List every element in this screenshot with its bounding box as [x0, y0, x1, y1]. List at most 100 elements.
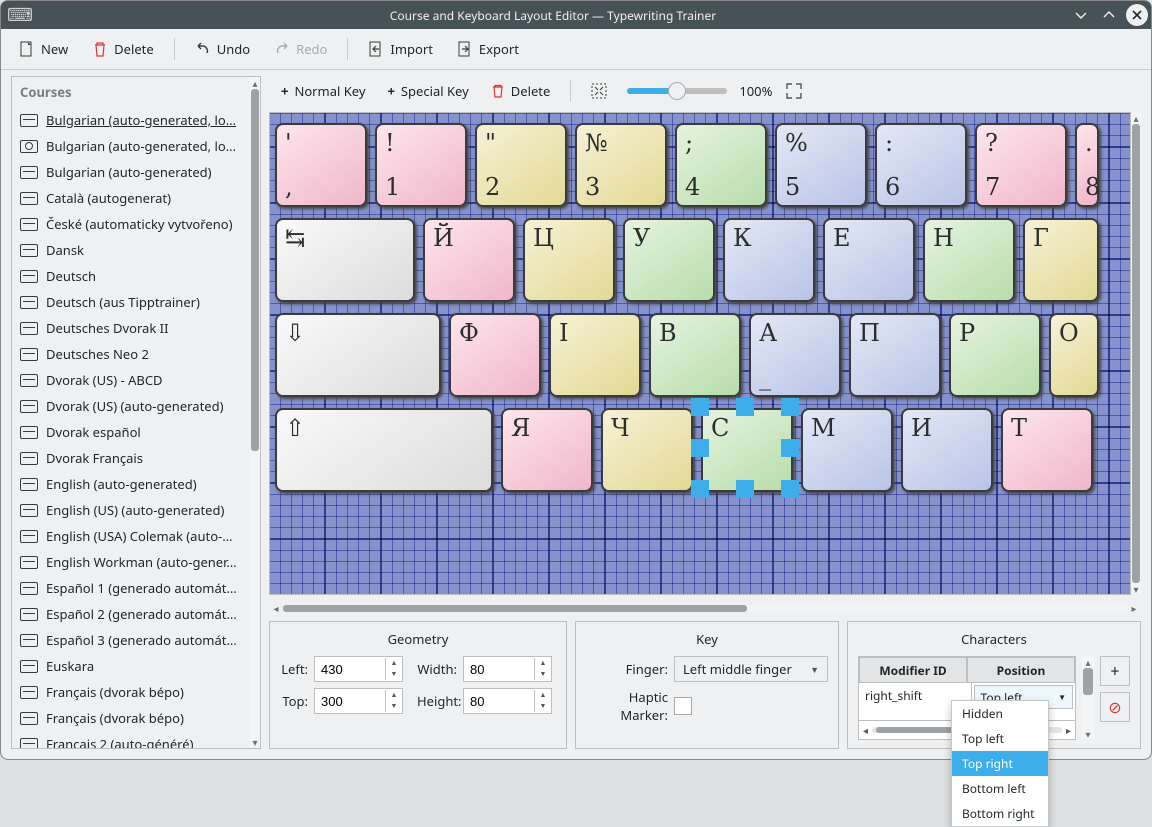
course-item[interactable]: Español 2 (generado automát…	[12, 601, 250, 627]
dropdown-option[interactable]: Bottom right	[952, 801, 1048, 826]
course-item[interactable]: Dvorak Français	[12, 445, 250, 471]
scroll-left-icon[interactable]: ◂	[859, 723, 872, 737]
characters-scrollbar[interactable]: ▴ ▾	[1082, 656, 1094, 740]
dropdown-option[interactable]: Hidden	[952, 701, 1048, 726]
new-button[interactable]: New	[9, 34, 78, 64]
course-item[interactable]: English (US) (auto-generated)	[12, 497, 250, 523]
delete-key-button[interactable]: Delete	[483, 78, 559, 104]
close-button[interactable]	[1126, 4, 1148, 26]
height-spinbox[interactable]: ▲▼	[463, 688, 552, 714]
course-item[interactable]: Bulgarian (auto-generated, lo…	[12, 107, 250, 133]
keyboard-key[interactable]: ↹	[275, 218, 415, 302]
canvas-vscrollbar[interactable]: ▴ ▾	[1131, 112, 1141, 595]
course-item[interactable]: Español 3 (generado automát…	[12, 627, 250, 653]
zoom-full-button[interactable]	[778, 79, 810, 103]
keyboard-canvas[interactable]: ',!1"2№3;4%5:6?7.8↹ЙЦУКЕНГ⇩ФІВА_ПРО⇧ЯЧСМ…	[269, 112, 1131, 595]
course-item[interactable]: Français 2 (auto-généré)	[12, 731, 250, 748]
course-item[interactable]: Dvorak español	[12, 419, 250, 445]
course-item[interactable]: Català (autogenerat)	[12, 185, 250, 211]
keyboard-key[interactable]: ?7	[975, 123, 1067, 207]
course-item[interactable]: Dvorak (US) - ABCD	[12, 367, 250, 393]
scroll-right-icon[interactable]: ▸	[1062, 723, 1075, 737]
dropdown-option[interactable]: Bottom left	[952, 776, 1048, 801]
keyboard-key[interactable]: Н	[923, 218, 1015, 302]
top-spinbox[interactable]: ▲▼	[314, 688, 403, 714]
spin-up-icon[interactable]: ▲	[535, 690, 551, 701]
export-button[interactable]: Export	[447, 34, 529, 64]
keyboard-key[interactable]: К	[723, 218, 815, 302]
spin-up-icon[interactable]: ▲	[535, 658, 551, 669]
spin-up-icon[interactable]: ▲	[386, 690, 402, 701]
course-item[interactable]: Français (dvorak bépo)	[12, 679, 250, 705]
delete-button[interactable]: Delete	[82, 34, 164, 64]
course-item[interactable]: Dvorak (US) (auto-generated)	[12, 393, 250, 419]
keyboard-key[interactable]: Ф	[449, 313, 541, 397]
course-item[interactable]: Deutsches Neo 2	[12, 341, 250, 367]
keyboard-key[interactable]: !1	[375, 123, 467, 207]
zoom-fit-button[interactable]	[583, 79, 615, 103]
keyboard-key[interactable]: Т	[1001, 408, 1093, 492]
undo-button[interactable]: Undo	[185, 34, 260, 64]
keyboard-key[interactable]: Ц	[523, 218, 615, 302]
keyboard-key[interactable]: .8	[1075, 123, 1099, 207]
course-item[interactable]: Dansk	[12, 237, 250, 263]
keyboard-key[interactable]: А_	[749, 313, 841, 397]
spin-down-icon[interactable]: ▼	[386, 701, 402, 712]
spin-down-icon[interactable]: ▼	[386, 669, 402, 680]
course-item[interactable]: English (USA) Colemak (auto-…	[12, 523, 250, 549]
course-item[interactable]: English (auto-generated)	[12, 471, 250, 497]
keyboard-key[interactable]: І	[549, 313, 641, 397]
add-special-key-button[interactable]: + Special Key	[379, 78, 476, 104]
keyboard-key[interactable]: В	[649, 313, 741, 397]
keyboard-key[interactable]: М	[801, 408, 893, 492]
keyboard-key[interactable]: Е	[823, 218, 915, 302]
remove-character-button[interactable]: ⊘	[1100, 692, 1130, 722]
keyboard-key[interactable]: №3	[575, 123, 667, 207]
courses-scrollbar[interactable]: ▴ ▾	[250, 77, 260, 748]
keyboard-key[interactable]: У	[623, 218, 715, 302]
scroll-up-icon[interactable]: ▴	[1133, 112, 1138, 124]
course-item[interactable]: Français (dvorak bépo)	[12, 705, 250, 731]
finger-combobox[interactable]: Left middle finger ▼	[674, 656, 828, 682]
dropdown-option[interactable]: Top left	[952, 726, 1048, 751]
keyboard-key[interactable]: ;4	[675, 123, 767, 207]
course-item[interactable]: Euskara	[12, 653, 250, 679]
add-normal-key-button[interactable]: + Normal Key	[273, 78, 373, 104]
scroll-down-icon[interactable]: ▾	[1133, 583, 1138, 595]
zoom-slider[interactable]	[627, 88, 727, 94]
scroll-left-icon[interactable]: ◂	[269, 601, 283, 615]
col-modifier-id[interactable]: Modifier ID	[859, 657, 967, 683]
course-item[interactable]: Español 1 (generado automát…	[12, 575, 250, 601]
course-item[interactable]: English Workman (auto-gener…	[12, 549, 250, 575]
width-spinbox[interactable]: ▲▼	[463, 656, 552, 682]
course-item[interactable]: Deutsch	[12, 263, 250, 289]
position-dropdown[interactable]: HiddenTop leftTop rightBottom leftBottom…	[951, 700, 1049, 827]
keyboard-key[interactable]: О	[1049, 313, 1099, 397]
keyboard-key[interactable]: Р	[949, 313, 1041, 397]
spin-down-icon[interactable]: ▼	[535, 669, 551, 680]
course-item[interactable]: České (automaticky vytvořeno)	[12, 211, 250, 237]
course-item[interactable]: Bulgarian (auto-generated)	[12, 159, 250, 185]
keyboard-key[interactable]: :6	[875, 123, 967, 207]
col-position[interactable]: Position	[967, 657, 1075, 683]
spin-down-icon[interactable]: ▼	[535, 701, 551, 712]
keyboard-key[interactable]: С	[701, 408, 793, 492]
keyboard-key[interactable]: "2	[475, 123, 567, 207]
haptic-checkbox[interactable]	[674, 697, 692, 715]
scroll-down-icon[interactable]: ▾	[1085, 728, 1090, 740]
dropdown-option[interactable]: Top right	[952, 751, 1048, 776]
scroll-up-icon[interactable]: ▴	[1085, 656, 1090, 668]
spin-up-icon[interactable]: ▲	[386, 658, 402, 669]
keyboard-key[interactable]: Й	[423, 218, 515, 302]
keyboard-key[interactable]: И	[901, 408, 993, 492]
course-item[interactable]: Deutsch (aus Tipptrainer)	[12, 289, 250, 315]
canvas-hscrollbar[interactable]: ◂ ▸	[269, 601, 1141, 615]
keyboard-key[interactable]: Я	[501, 408, 593, 492]
keyboard-key[interactable]: ⇧	[275, 408, 493, 492]
keyboard-key[interactable]: ⇩	[275, 313, 441, 397]
redo-button[interactable]: Redo	[264, 34, 337, 64]
keyboard-key[interactable]: ',	[275, 123, 367, 207]
scroll-down-icon[interactable]: ▾	[252, 736, 257, 748]
course-item[interactable]: Bulgarian (auto-generated, lo…	[12, 133, 250, 159]
scroll-up-icon[interactable]: ▴	[252, 77, 257, 89]
